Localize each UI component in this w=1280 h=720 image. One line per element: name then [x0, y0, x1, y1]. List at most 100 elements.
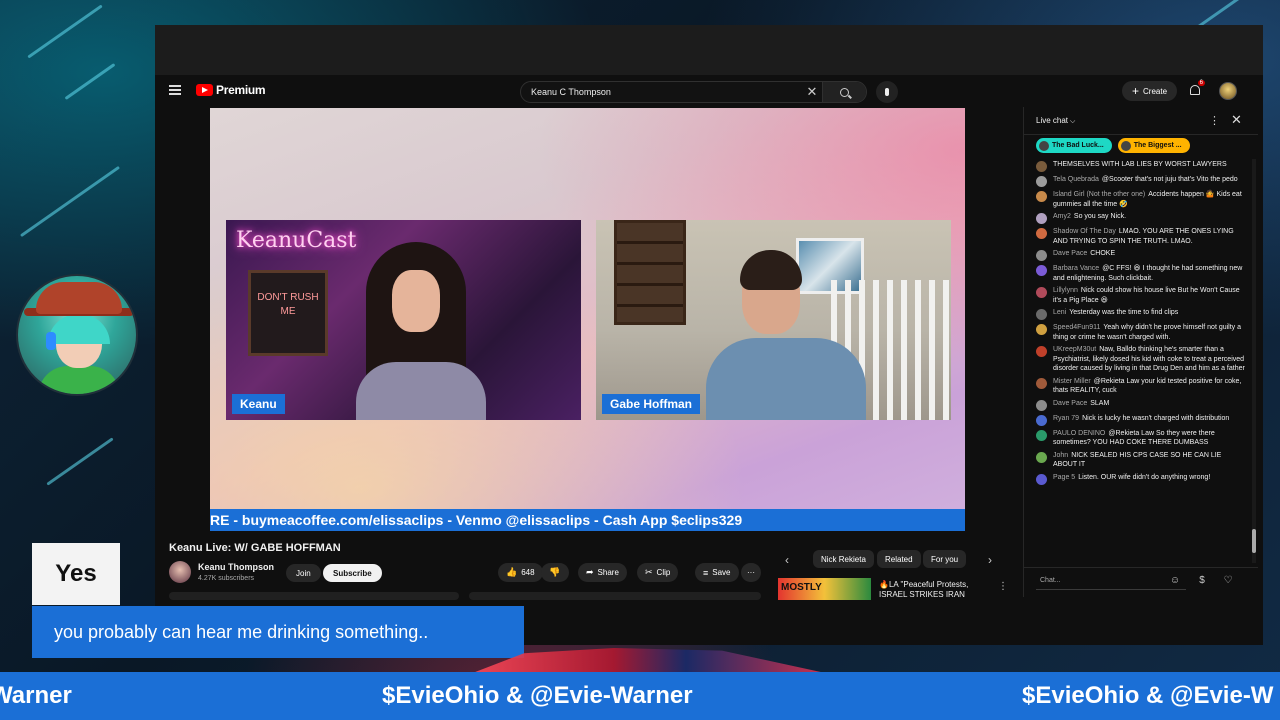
search-icon	[840, 87, 849, 97]
chat-author-avatar[interactable]	[1036, 265, 1047, 276]
left-camera-feed: KeanuCast DON'T RUSH ME Keanu	[226, 220, 581, 420]
search-input[interactable]: Keanu C Thompson	[521, 87, 802, 97]
chat-author-avatar[interactable]	[1036, 473, 1047, 485]
chat-input[interactable]: Chat...	[1036, 574, 1186, 590]
chip-for-you[interactable]: For you	[923, 550, 967, 568]
chat-author-name[interactable]: UKreepM30ut	[1053, 346, 1096, 353]
ticker-chip[interactable]: The Biggest ...	[1117, 138, 1190, 153]
recommended-more-icon[interactable]: ⋮	[998, 581, 1008, 592]
super-chat-icon[interactable]: $	[1196, 575, 1208, 587]
chat-author-avatar[interactable]	[1036, 228, 1047, 239]
chat-message-text: SLAM	[1090, 399, 1110, 407]
search-box[interactable]: Keanu C Thompson ✕	[520, 81, 867, 103]
chevron-left-icon[interactable]: ‹	[785, 553, 789, 567]
chat-author-avatar[interactable]	[1036, 414, 1047, 426]
youtube-logo[interactable]: Premium	[196, 83, 266, 97]
dislike-button[interactable]: 👎	[541, 563, 569, 582]
chat-author-name[interactable]: Tela Quebrada	[1053, 176, 1099, 183]
description-stub	[169, 592, 459, 600]
chat-author-avatar[interactable]	[1036, 399, 1047, 411]
chat-author-avatar[interactable]	[1036, 161, 1047, 172]
chat-scrollbar[interactable]	[1252, 159, 1256, 563]
chat-author-name[interactable]: Leni	[1053, 309, 1066, 316]
save-button[interactable]: ≡ Save	[695, 563, 739, 582]
caption-speaker-word: Yes	[32, 543, 120, 605]
channel-avatar[interactable]	[169, 561, 191, 583]
chat-input-row: Chat... ☺ $ ♡	[1024, 567, 1258, 597]
chat-author-name[interactable]: Barbara Vance	[1053, 265, 1099, 272]
right-camera-feed: Gabe Hoffman	[596, 220, 951, 420]
account-avatar[interactable]	[1219, 82, 1237, 100]
chat-author-name[interactable]: Lillylynn	[1053, 287, 1078, 294]
notifications-button[interactable]: 6	[1188, 80, 1205, 96]
thumbs-up-icon: 👍	[506, 567, 518, 577]
subscribe-button[interactable]: Subscribe	[323, 564, 382, 582]
host-figure	[356, 242, 486, 420]
neon-sign: KeanuCast	[236, 228, 357, 253]
chip-related[interactable]: Related	[877, 550, 921, 568]
chat-author-avatar[interactable]	[1036, 324, 1047, 335]
ticker-chip[interactable]: The Bad Luck...	[1036, 138, 1112, 153]
live-chat-title[interactable]: Live chat ⌵	[1036, 116, 1075, 126]
chat-message-list[interactable]: THEMSELVES WITH LAB LIES BY WORST LAWYER…	[1024, 159, 1252, 563]
chat-author-avatar[interactable]	[1036, 176, 1047, 187]
chat-author-name[interactable]: Island Girl (Not the other one)	[1053, 191, 1145, 198]
chat-author-name[interactable]: Dave Pace	[1053, 400, 1087, 407]
video-player[interactable]: KeanuCast DON'T RUSH ME Keanu Gabe Hoffm…	[210, 108, 965, 531]
chat-author-avatar[interactable]	[1036, 309, 1047, 320]
chevron-right-icon[interactable]: ›	[988, 553, 992, 567]
like-button[interactable]: 👍 648	[498, 563, 543, 582]
voice-search-button[interactable]	[876, 81, 898, 103]
chat-author-name[interactable]: Speed4Fun911	[1053, 324, 1100, 331]
create-button[interactable]: + Create	[1122, 81, 1178, 101]
chat-author-avatar[interactable]	[1036, 250, 1047, 261]
chat-author-avatar[interactable]	[1036, 429, 1047, 441]
chat-options-icon[interactable]: ⋮	[1209, 114, 1220, 127]
donation-ticker: RE - buymeacoffee.com/elissaclips - Venm…	[210, 509, 965, 531]
chat-message-text: Nick could show his house live But he Wo…	[1053, 287, 1240, 304]
join-button[interactable]: Join	[286, 564, 321, 582]
chat-author-name[interactable]: Page 5	[1053, 474, 1075, 481]
youtube-header: Premium Keanu C Thompson ✕ + Create 6	[155, 75, 1263, 107]
channel-name[interactable]: Keanu Thompson	[198, 562, 274, 572]
chat-author-name[interactable]: Dave Pace	[1053, 250, 1087, 257]
ticker-avatar	[1120, 140, 1131, 151]
chat-author-name[interactable]: Ryan 79	[1053, 415, 1079, 422]
chat-message-body: THEMSELVES WITH LAB LIES BY WORST LAWYER…	[1053, 160, 1227, 172]
chat-author-avatar[interactable]	[1036, 191, 1047, 202]
chat-author-avatar[interactable]	[1036, 346, 1047, 357]
clear-search-icon[interactable]: ✕	[802, 84, 822, 100]
chip-nick-rekieta[interactable]: Nick Rekieta	[813, 550, 874, 568]
clip-button[interactable]: ✂ Clip	[637, 563, 679, 582]
live-chat-header: Live chat ⌵ ⋮ ✕	[1024, 107, 1258, 135]
close-chat-icon[interactable]: ✕	[1231, 112, 1242, 128]
chat-author-avatar[interactable]	[1036, 287, 1047, 298]
ticker-label: The Bad Luck...	[1052, 142, 1104, 149]
menu-icon[interactable]	[169, 85, 181, 95]
heart-icon[interactable]: ♡	[1222, 575, 1234, 587]
plus-icon: +	[1132, 84, 1140, 98]
chat-author-name[interactable]: Shadow Of The Day	[1053, 228, 1116, 235]
search-button[interactable]	[822, 82, 866, 102]
ticker-label: The Biggest ...	[1133, 142, 1182, 149]
recommended-title[interactable]: 🔥LA "Peaceful Protests, ISRAEL STRIKES I…	[879, 580, 989, 600]
youtube-brand-text: Premium	[216, 83, 266, 97]
chat-author-avatar[interactable]	[1036, 377, 1047, 389]
bookshelf	[614, 220, 686, 325]
scissors-icon: ✂	[645, 567, 653, 577]
chat-author-name[interactable]: Mister Miller	[1053, 378, 1091, 385]
more-actions-button[interactable]: ···	[741, 563, 761, 582]
chat-message-body: Island Girl (Not the other one) Accidents…	[1053, 190, 1246, 209]
chat-author-name[interactable]: John	[1053, 452, 1068, 459]
chat-author-name[interactable]: PAULO DENINO	[1053, 430, 1105, 437]
chat-message-text: Yesterday was the time to find clips	[1069, 309, 1179, 316]
chat-scrollbar-thumb[interactable]	[1252, 529, 1256, 553]
share-button[interactable]: ➦ Share	[578, 563, 627, 582]
chat-author-name[interactable]: Amy2	[1053, 213, 1071, 220]
notification-badge: 6	[1197, 80, 1205, 86]
recommended-thumbnail[interactable]: MOSTLY	[778, 578, 871, 600]
chat-author-avatar[interactable]	[1036, 451, 1047, 463]
share-icon: ➦	[586, 567, 594, 577]
emoji-icon[interactable]: ☺	[1169, 575, 1181, 587]
chat-author-avatar[interactable]	[1036, 213, 1047, 224]
